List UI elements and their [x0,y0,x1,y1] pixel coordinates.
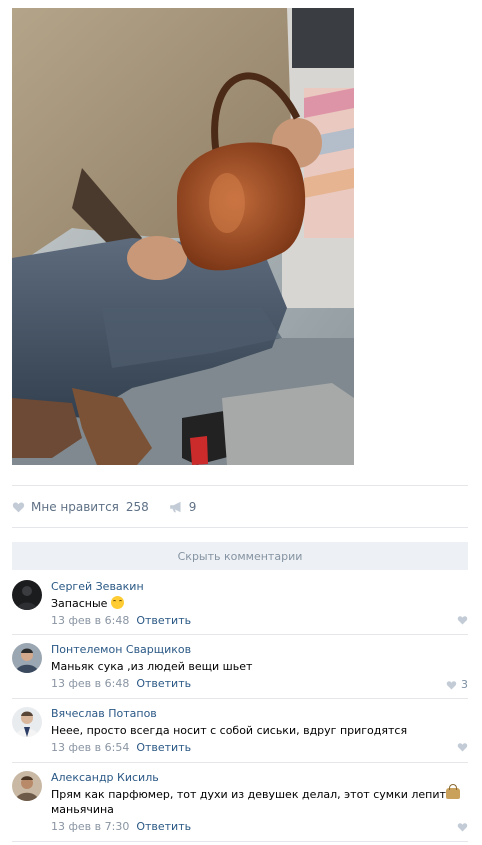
comment-like-button[interactable] [457,615,468,625]
heart-icon [457,743,468,752]
megaphone-icon [169,501,181,513]
share-button[interactable]: 9 [169,500,197,514]
comment-meta: 13 фев в 6:54 Ответить [51,741,468,755]
divider [12,762,468,763]
handbag-emoji-icon [445,784,460,799]
comment-date[interactable]: 13 фев в 6:54 [51,741,129,755]
avatar[interactable] [12,580,42,610]
comment: Вячеслав Потапов Неее, просто всегда нос… [12,707,468,759]
comment-author[interactable]: Понтелемон Сварщиков [51,643,468,657]
divider [12,485,468,486]
heart-icon [457,823,468,832]
avatar-image [12,580,42,610]
avatar[interactable] [12,771,42,801]
laughing-emoji-icon [110,596,124,609]
comment-meta: 13 фев в 6:48 Ответить [51,614,468,628]
comment: Александр Кисиль Прям как парфюмер, тот … [12,771,468,837]
hide-comments-button[interactable]: Скрыть комментарии [12,542,468,570]
heart-icon [12,502,25,513]
comment-like-button[interactable]: 3 [446,678,468,691]
comment: Понтелемон Сварщиков Маньяк сука ,из люд… [12,643,468,695]
avatar-image [12,643,42,673]
reply-button[interactable]: Ответить [136,677,191,691]
post-photo-image [12,8,354,465]
comment-text: Маньяк сука ,из людей вещи шьет [51,660,253,673]
avatar-image [12,771,42,801]
comment-like-button[interactable] [457,822,468,832]
like-count: 258 [125,500,149,514]
comment-date[interactable]: 13 фев в 6:48 [51,614,129,628]
post-actions: Мне нравится 258 9 [12,497,196,517]
comment: Сергей Зевакин Запасные 13 фев в 6:48 От… [12,580,468,632]
like-button[interactable]: Мне нравится 258 [12,500,149,514]
divider [12,698,468,699]
comment-date[interactable]: 13 фев в 7:30 [51,820,129,834]
comment-author[interactable]: Вячеслав Потапов [51,707,468,721]
reply-button[interactable]: Ответить [136,741,191,755]
reply-button[interactable]: Ответить [136,820,191,834]
comment-meta: 13 фев в 6:48 Ответить [51,677,468,691]
avatar[interactable] [12,643,42,673]
comment-date[interactable]: 13 фев в 6:48 [51,677,129,691]
comment-like-button[interactable] [457,742,468,752]
comment-meta: 13 фев в 7:30 Ответить [51,820,468,834]
divider [12,841,468,842]
reply-button[interactable]: Ответить [136,614,191,628]
divider [12,634,468,635]
like-label: Мне нравится [31,500,119,514]
comment-text: Неее, просто всегда носит с собой сиськи… [51,724,408,737]
heart-icon [446,680,457,690]
comment-like-count: 3 [461,678,468,691]
comment-author[interactable]: Александр Кисиль [51,771,468,785]
avatar[interactable] [12,707,42,737]
post-photo[interactable] [12,8,354,465]
avatar-image [12,707,42,737]
heart-icon [457,616,468,625]
comment-text: Прям как парфюмер, тот духи из девушек д… [51,784,468,817]
divider [12,527,468,528]
comment-text: Запасные [51,596,468,611]
comment-author[interactable]: Сергей Зевакин [51,580,468,594]
share-count: 9 [188,500,197,514]
